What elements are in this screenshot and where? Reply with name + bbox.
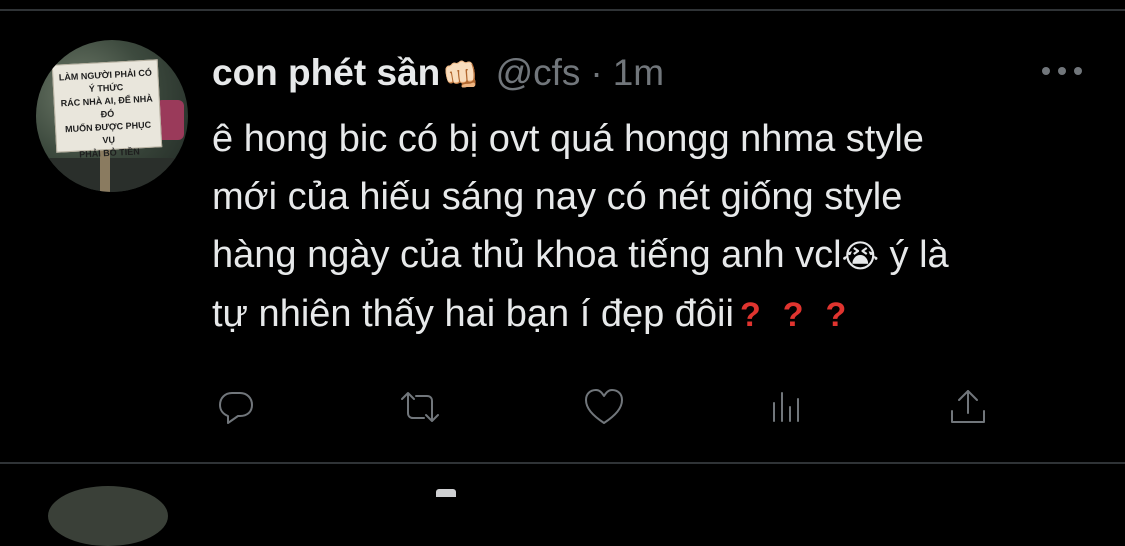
question-mark-icon: ? xyxy=(825,296,847,334)
tweet-text-line-4-main: tự nhiên thấy hai bạn í đẹp đôii xyxy=(212,293,734,335)
views-icon xyxy=(773,392,799,422)
like-button[interactable] xyxy=(574,384,634,430)
question-mark-icon: ? xyxy=(739,296,761,334)
user-handle[interactable]: @cfs xyxy=(496,52,581,94)
tweet-text: ê hong bic có bị ovt quá hongg nhma styl… xyxy=(212,110,1112,344)
views-button[interactable] xyxy=(756,384,816,430)
avatar-ground xyxy=(36,158,188,192)
question-mark-icon: ? xyxy=(782,296,804,334)
next-tweet-avatar[interactable] xyxy=(48,486,168,546)
share-button[interactable] xyxy=(938,384,998,430)
reply-icon xyxy=(219,392,253,424)
tweet-header: con phét sần 👊🏻 @cfs · 1m xyxy=(212,52,664,100)
next-tweet-header-fragment xyxy=(436,489,456,497)
tweet-text-line-1: ê hong bic có bị ovt quá hongg nhma styl… xyxy=(212,118,924,160)
display-name[interactable]: con phét sần xyxy=(212,52,440,94)
tweet-text-line-3: hàng ngày của thủ khoa tiếng anh vcl😭 ý … xyxy=(212,226,1112,285)
avatar-sign-text: LÀM NGƯỜI PHẢI CÓ Ý THỨC RÁC NHÀ AI, ĐỂ … xyxy=(58,67,154,160)
avatar-sign: LÀM NGƯỜI PHẢI CÓ Ý THỨC RÁC NHÀ AI, ĐỂ … xyxy=(51,59,163,160)
tweet-text-line-3-main: hàng ngày của thủ khoa tiếng anh vcl xyxy=(212,234,842,276)
reply-button[interactable] xyxy=(206,384,266,430)
more-horizontal-icon[interactable] xyxy=(1040,64,1084,78)
tweet-text-line-3-tail: ý là xyxy=(878,234,949,276)
heart-icon xyxy=(585,389,623,424)
top-divider xyxy=(0,9,1125,11)
crying-emoji-icon: 😭 xyxy=(841,238,879,274)
tweet-text-line-2: mới của hiếu sáng nay có nét giống style xyxy=(212,176,903,218)
tweet-text-line-4: tự nhiên thấy hai bạn í đẹp đôii??? xyxy=(212,285,1112,344)
bottom-divider xyxy=(0,462,1125,464)
share-icon xyxy=(951,390,985,423)
avatar[interactable]: LÀM NGƯỜI PHẢI CÓ Ý THỨC RÁC NHÀ AI, ĐỂ … xyxy=(36,40,188,192)
retweet-button[interactable] xyxy=(390,384,450,430)
retweet-icon xyxy=(401,392,439,422)
timestamp[interactable]: 1m xyxy=(613,52,664,94)
separator-dot: · xyxy=(590,52,603,93)
fist-emoji-icon: 👊🏻 xyxy=(442,59,480,92)
